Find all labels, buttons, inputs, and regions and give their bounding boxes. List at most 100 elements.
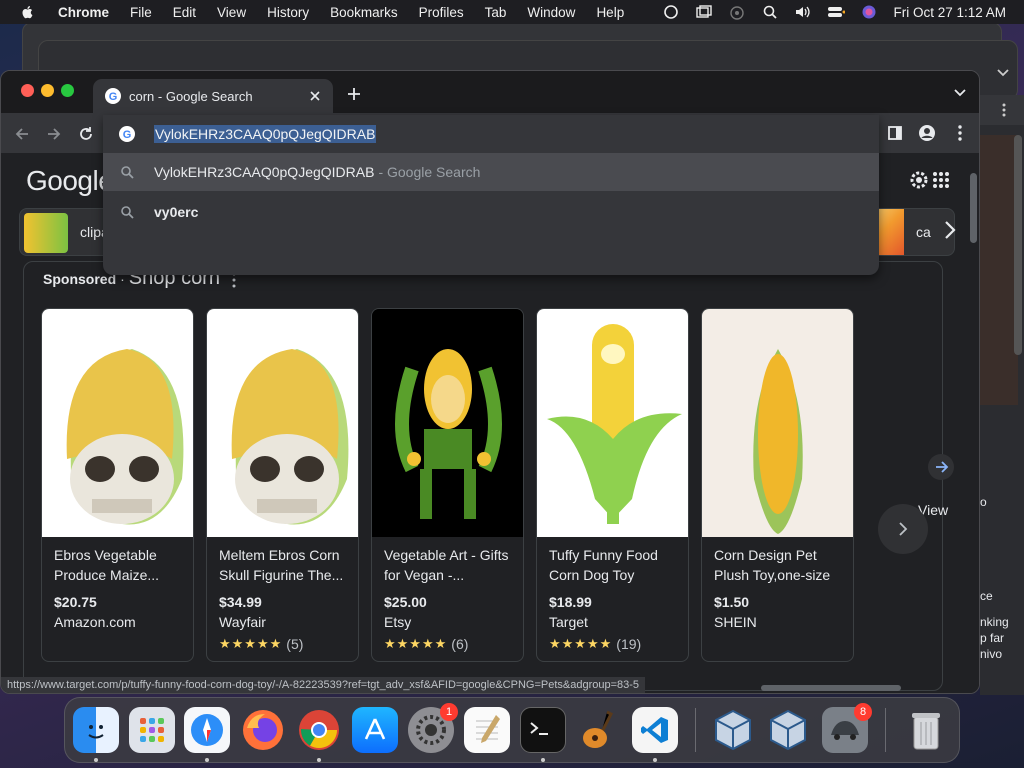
apple-icon[interactable] [18,4,38,20]
google-logo[interactable]: Google [26,165,114,197]
creative-cloud-icon[interactable] [662,4,680,20]
carousel-next-button[interactable] [878,504,928,554]
star-rating-icon: ★★★★★ [384,636,448,651]
menu-file[interactable]: File [130,5,152,20]
scrollbar-thumb[interactable] [970,173,977,243]
product-rating: ★★★★★ (6) [384,636,468,652]
close-tab-icon[interactable] [307,88,323,104]
review-count: (19) [616,636,642,652]
right-window-scrollbar[interactable] [1014,135,1022,355]
zoom-window-button[interactable] [61,84,74,97]
page-scrollbar[interactable] [966,153,979,693]
control-center-icon[interactable] [827,4,846,20]
minimize-window-button[interactable] [41,84,54,97]
safari-icon[interactable] [184,707,230,753]
notification-badge: 1 [440,703,458,721]
search-icon[interactable] [761,4,779,20]
address-bar[interactable]: G VylokEHRz3CAAQ0pQJegQIDRAB [103,115,879,153]
chrome-icon[interactable] [296,707,342,753]
menu-chrome[interactable]: Chrome [58,5,109,20]
product-card[interactable]: Tuffy Funny Food Corn Dog Toy $18.99 Tar… [536,308,689,662]
horizontal-scrollbar[interactable] [761,685,901,691]
menu-help[interactable]: Help [596,5,624,20]
terminal-icon[interactable] [520,707,566,753]
product-name: Tuffy Funny Food Corn Dog Toy [549,547,658,583]
app-store-icon[interactable] [352,707,398,753]
product-store: SHEIN [714,614,757,630]
review-count: (6) [451,636,469,652]
product-card[interactable]: Meltem Ebros Corn Skull Figurine The... … [206,308,359,662]
window-switch-icon[interactable] [695,4,713,20]
product-price: $34.99 [219,594,262,610]
chip-label: ca [916,224,931,240]
suggestion-text: vy0erc [154,204,199,220]
running-indicator [205,758,209,762]
firefox-icon[interactable] [240,707,286,753]
menu-clock[interactable]: Fri Oct 27 1:12 AM [893,5,1006,20]
launchpad-icon[interactable] [129,707,175,753]
address-bar-text[interactable]: VylokEHRz3CAAQ0pQJegQIDRAB [154,125,377,143]
omnibox-dropdown: G VylokEHRz3CAAQ0pQJegQIDRAB VylokEHRz3C… [103,115,879,275]
menu-window[interactable]: Window [527,5,575,20]
side-panel-icon[interactable] [886,124,904,142]
finder-icon[interactable] [73,707,119,753]
menu-bookmarks[interactable]: Bookmarks [330,5,398,20]
virtualbox-vm-icon[interactable] [765,707,811,753]
forward-icon[interactable] [45,125,63,143]
product-card[interactable]: Corn Design Pet Plush Toy,one-size $1.50… [701,308,854,662]
back-icon[interactable] [13,125,31,143]
vscode-icon[interactable] [632,707,678,753]
google-favicon-icon: G [105,88,121,104]
chrome-menu-icon[interactable] [951,124,969,142]
product-name: Vegetable Art - Gifts for Vegan -... [384,547,509,583]
close-window-button[interactable] [21,84,34,97]
product-card[interactable]: Ebros Vegetable Produce Maize... $20.75 … [41,308,194,662]
new-tab-icon[interactable] [346,86,362,102]
suggestion-item[interactable]: VylokEHRz3CAAQ0pQJegQIDRAB - Google Sear… [103,153,879,191]
chevron-down-icon[interactable] [996,65,1010,77]
product-name: Meltem Ebros Corn Skull Figurine The... [219,547,344,583]
product-image [42,309,193,537]
product-card[interactable]: Vegetable Art - Gifts for Vegan -... $25… [371,308,524,662]
chrome-window: G corn - Google Search G VylokEHRz3CAAQ0… [0,70,980,694]
running-indicator [653,758,657,762]
product-rating: ★★★★★ (19) [549,636,641,652]
siri-icon[interactable] [860,4,878,20]
product-price: $20.75 [54,594,97,610]
simulator-icon[interactable]: 8 [822,703,872,753]
kebab-menu-icon[interactable] [1002,103,1006,117]
product-store: Wayfair [219,614,266,630]
trash-icon[interactable] [903,707,949,753]
right-window-text: p far [980,631,1005,645]
view-all-arrow-icon[interactable] [928,454,954,480]
chevron-right-icon[interactable] [941,219,959,241]
dock: 1 8 [64,697,960,763]
google-favicon-icon: G [119,126,135,142]
product-price: $1.50 [714,594,750,610]
menu-edit[interactable]: Edit [173,5,196,20]
menu-tab[interactable]: Tab [485,5,507,20]
suggestion-item[interactable]: vy0erc [103,193,879,231]
virtualbox-icon[interactable] [710,707,756,753]
settings-and-apps-icon[interactable] [909,169,949,191]
system-settings-icon[interactable]: 1 [408,703,458,753]
tab-search-chevron-icon[interactable] [953,88,967,98]
tab-strip: G corn - Google Search [1,71,979,113]
product-image [207,309,358,537]
menu-view[interactable]: View [217,5,246,20]
right-window-image [980,135,1018,405]
running-indicator [317,758,321,762]
suggestion-suffix: - Google Search [378,164,481,180]
profile-icon[interactable] [918,124,936,142]
right-window-text: nking [980,615,1009,629]
volume-icon[interactable] [794,4,812,20]
review-count: (5) [286,636,304,652]
menu-profiles[interactable]: Profiles [419,5,464,20]
airdrop-icon[interactable] [728,4,746,20]
dock-separator [695,708,696,752]
tab-corn-search[interactable]: G corn - Google Search [93,79,333,113]
menu-history[interactable]: History [267,5,309,20]
garageband-icon[interactable] [576,707,622,753]
reload-icon[interactable] [77,125,95,143]
textedit-icon[interactable] [464,707,510,753]
